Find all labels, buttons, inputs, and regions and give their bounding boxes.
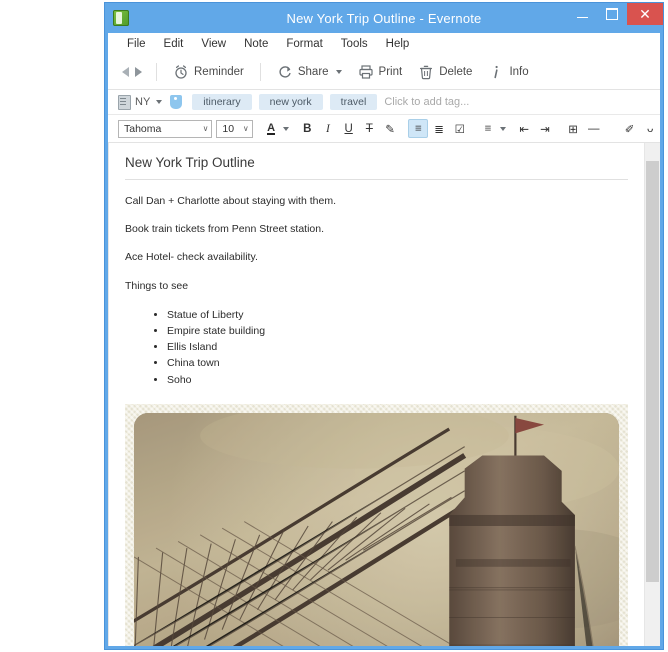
note-region: New York Trip Outline Call Dan + Charlot… [108, 143, 660, 646]
align-button[interactable]: ≡ [478, 119, 498, 138]
chevron-down-icon[interactable] [282, 126, 289, 131]
toolbar-separator-2 [259, 63, 261, 81]
list-item: China town [167, 355, 628, 371]
list-item: Soho [167, 372, 628, 388]
format-toolbar: Tahoma ∨ 10 ∨ A B I U T ✎ ≡ ≣ ☑ ≡ ⇤ ⇥ ⊞ … [108, 115, 660, 143]
alarm-clock-icon [175, 65, 187, 79]
forward-arrow-icon[interactable] [135, 67, 142, 77]
brooklyn-bridge-photo[interactable] [134, 413, 619, 646]
chevron-down-icon[interactable] [335, 70, 342, 74]
tag-chip-itinerary[interactable]: itinerary [192, 94, 252, 110]
font-size-select[interactable]: 10 ∨ [216, 119, 253, 138]
notebook-name: NY [135, 96, 151, 108]
bold-button[interactable]: B [297, 119, 317, 138]
evernote-icon [113, 10, 129, 26]
scrollbar-thumb[interactable] [646, 161, 659, 582]
note-editor[interactable]: New York Trip Outline Call Dan + Charlot… [108, 143, 644, 646]
notebook-selector[interactable]: NY [118, 94, 163, 110]
italic-button[interactable]: I [318, 119, 338, 138]
info-icon [494, 65, 499, 79]
menu-item-format[interactable]: Format [277, 36, 331, 52]
tag-icon [170, 95, 183, 109]
note-title[interactable]: New York Trip Outline [125, 155, 628, 179]
font-size-value: 10 [222, 122, 235, 135]
menu-item-edit[interactable]: Edit [155, 36, 193, 52]
note-body[interactable]: Call Dan + Charlotte about staying with … [109, 180, 644, 388]
tag-bar: NY itinerary new york travel Click to ad… [108, 90, 660, 115]
font-family-value: Tahoma [124, 122, 162, 135]
maximize-button[interactable] [597, 3, 627, 25]
decrease-indent-button[interactable]: ⇤ [514, 119, 534, 138]
menu-bar: File Edit View Note Format Tools Help [108, 33, 660, 55]
note-paragraph-1: Call Dan + Charlotte about staying with … [125, 195, 336, 207]
back-arrow-icon[interactable] [122, 67, 129, 77]
chevron-down-icon: ∨ [202, 124, 209, 133]
font-family-select[interactable]: Tahoma ∨ [118, 119, 213, 138]
chevron-down-icon[interactable] [499, 126, 506, 131]
numbered-list-button[interactable]: ≣ [429, 119, 449, 138]
increase-indent-button[interactable]: ⇥ [535, 119, 555, 138]
checkbox-button[interactable]: ☑ [450, 119, 470, 138]
bulleted-list-button[interactable]: ≡ [408, 119, 429, 138]
share-button[interactable]: Share [269, 61, 350, 83]
list-item: Ellis Island [167, 339, 628, 355]
note-title-wrap: New York Trip Outline [109, 143, 644, 179]
info-button[interactable]: Info [480, 61, 536, 83]
evernote-window: New York Trip Outline - Evernote ✕ File … [104, 2, 664, 650]
things-to-see-list: Statue of Liberty Empire state building … [125, 307, 628, 388]
delete-label: Delete [439, 66, 473, 78]
chevron-down-icon: ∨ [242, 124, 249, 133]
menu-item-file[interactable]: File [118, 36, 155, 52]
notebook-icon [118, 94, 131, 110]
toolbar-separator [156, 63, 157, 81]
strikethrough-button[interactable]: T [360, 119, 380, 138]
scroll-down-button[interactable] [645, 631, 660, 646]
delete-button[interactable]: Delete [410, 61, 480, 83]
tag-chip-new-york[interactable]: new york [258, 94, 323, 110]
menu-item-tools[interactable]: Tools [332, 36, 377, 52]
reminder-button[interactable]: Reminder [165, 61, 252, 83]
add-tag-input[interactable]: Click to add tag... [384, 96, 469, 108]
font-color-letter: A [267, 121, 276, 135]
note-paragraph-4: Things to see [125, 279, 189, 292]
highlight-button[interactable]: ✎ [380, 119, 400, 138]
audio-button[interactable]: ᴗ [640, 119, 660, 138]
list-item: Statue of Liberty [167, 307, 628, 323]
menu-item-help[interactable]: Help [377, 36, 419, 52]
share-icon [279, 66, 291, 78]
note-paragraph-3: Ace Hotel- check availability. [125, 251, 258, 264]
attachment-button[interactable]: ✐ [620, 119, 640, 138]
print-button[interactable]: Print [350, 61, 411, 83]
note-paragraph-2: Book train tickets from Penn Street stat… [125, 223, 325, 236]
printer-icon [358, 65, 373, 79]
print-label: Print [378, 66, 403, 78]
brooklyn-bridge-illustration [134, 413, 619, 646]
title-bar: New York Trip Outline - Evernote ✕ [105, 3, 663, 33]
tag-chip-travel[interactable]: travel [329, 94, 378, 110]
share-label: Share [297, 66, 329, 78]
chevron-down-icon[interactable] [156, 100, 163, 104]
table-button[interactable]: ⊞ [563, 119, 583, 138]
menu-item-note[interactable]: Note [235, 36, 277, 52]
list-item: Empire state building [167, 323, 628, 339]
window-controls: ✕ [567, 3, 663, 33]
main-toolbar: Reminder Share Print Delete Info [108, 55, 660, 90]
navigation-arrows [116, 67, 148, 77]
reminder-label: Reminder [194, 66, 244, 78]
minimize-button[interactable] [567, 3, 597, 25]
scroll-up-button[interactable] [645, 143, 660, 158]
info-label: Info [509, 66, 529, 78]
trash-icon [420, 65, 433, 80]
vertical-scrollbar[interactable] [644, 143, 660, 646]
horizontal-rule-button[interactable]: — [584, 119, 604, 138]
close-button[interactable]: ✕ [627, 3, 663, 25]
client-area: File Edit View Note Format Tools Help Re… [108, 33, 660, 646]
font-color-button[interactable]: A [261, 119, 281, 138]
menu-item-view[interactable]: View [192, 36, 235, 52]
underline-button[interactable]: U [339, 119, 359, 138]
photo-mat [125, 404, 628, 646]
